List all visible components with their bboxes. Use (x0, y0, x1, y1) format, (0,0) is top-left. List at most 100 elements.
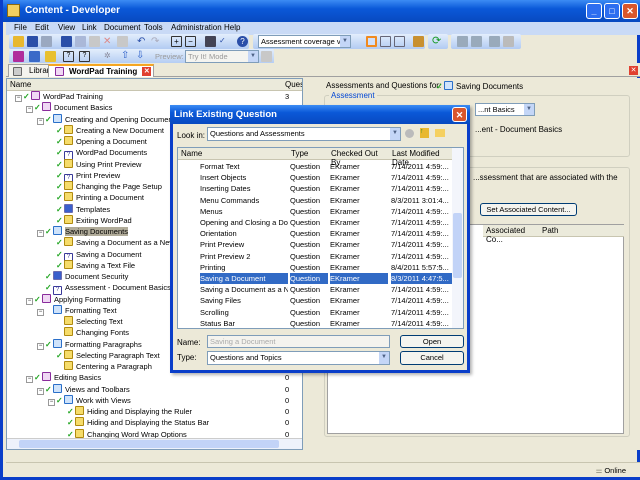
tree-item[interactable]: ✓ Exiting WordPad (48, 214, 132, 226)
question-row[interactable]: ✓?MenusQuestionEKramer7/14/2011 4:59:... (178, 206, 454, 217)
question-row[interactable]: ✓?Saving FilesQuestionEKramer7/14/2011 4… (178, 295, 454, 306)
tree-item[interactable]: ✓? WordPad Documents (48, 147, 147, 161)
copy-icon[interactable] (75, 36, 86, 47)
link-icon[interactable]: ✲ (104, 51, 115, 62)
column-header-associated-content[interactable]: Associated Co... (483, 225, 539, 244)
menu-help[interactable]: Help (224, 23, 240, 32)
collapse-toggle-icon[interactable]: − (26, 297, 33, 305)
tree-item[interactable]: Changing Fonts (48, 327, 129, 338)
tree-item[interactable]: ✓ Opening a Document (48, 136, 147, 147)
tree-item[interactable]: − ✓ Creating and Opening Documents (37, 113, 178, 125)
help-icon[interactable]: ? (237, 36, 248, 47)
tree-item[interactable]: ✓? Saving a Document (48, 249, 141, 262)
question-row[interactable]: ✓?PrintingQuestionEKramer8/4/2011 5:57:5… (178, 262, 454, 273)
close-button[interactable]: ✕ (622, 3, 638, 19)
delete-icon[interactable]: ✕ (103, 36, 114, 47)
tree-item[interactable]: ✓ Changing the Page Setup (48, 181, 162, 192)
column-header-name[interactable]: Name (178, 148, 288, 160)
column-header-checked-out-by[interactable]: Checked Out By (328, 148, 389, 167)
tree-item[interactable]: ✓ Document Security (37, 271, 128, 282)
menu-link[interactable]: Link (82, 23, 97, 32)
type-select[interactable]: Questions and Topics ▼ (207, 351, 390, 365)
minimize-button[interactable]: _ (586, 3, 602, 19)
tree-item[interactable]: ✓ Using Print Preview (48, 158, 141, 170)
menu-administration[interactable]: Administration (171, 23, 222, 32)
properties-icon[interactable] (117, 36, 128, 47)
collapse-toggle-icon[interactable]: − (37, 117, 44, 125)
cut-icon[interactable] (61, 36, 72, 47)
collapse-toggle-icon[interactable]: − (26, 376, 33, 384)
vertical-scrollbar[interactable] (452, 148, 463, 328)
undo-icon[interactable]: ↶ (137, 36, 148, 47)
collapse-toggle-icon[interactable]: − (37, 308, 44, 316)
tree-item[interactable]: − ✓ Work with Views (48, 394, 131, 406)
question-row[interactable]: ✓?Menu CommandsQuestionEKramer8/3/2011 3… (178, 195, 454, 206)
question-row[interactable]: ✓?Saving a Document as a Ne...QuestionEK… (178, 284, 454, 295)
save-icon[interactable] (27, 36, 38, 47)
tree-item[interactable]: − ✓ Formatting Paragraphs (37, 338, 142, 350)
tree-item[interactable]: ✓ Saving a Document as a New File (48, 237, 189, 248)
publish-icon[interactable] (413, 36, 424, 47)
question-row[interactable]: ✓?Opening and Closing a Docu...QuestionE… (178, 217, 454, 228)
dialog-close-button[interactable]: ✕ (452, 107, 467, 122)
layout-horizontal-icon[interactable] (380, 36, 391, 47)
paste-icon[interactable] (89, 36, 100, 47)
tree-item[interactable]: ✓? Print Preview (48, 170, 120, 183)
tree-item[interactable]: − ✓ Applying Formatting (26, 293, 121, 305)
open-button[interactable]: Open (400, 335, 464, 348)
question-row[interactable]: ✓?Print PreviewQuestionEKramer7/14/2011 … (178, 239, 454, 250)
check-in-icon[interactable] (457, 36, 468, 47)
expand-icon[interactable]: + (171, 36, 182, 47)
move-down-icon[interactable]: ⇩ (136, 51, 147, 62)
layout-vertical-icon[interactable] (394, 36, 405, 47)
tree-item[interactable]: − ✓ Views and Toolbars (37, 383, 130, 395)
column-header-path[interactable]: Path (539, 225, 624, 237)
preview-mode-select[interactable]: Try It! Mode ▼ (185, 50, 259, 63)
new-assessment-icon[interactable]: ? (79, 51, 90, 62)
question-row[interactable]: ✓?Format TextQuestionEKramer7/14/2011 4:… (178, 161, 454, 172)
redo-icon[interactable]: ↷ (151, 36, 162, 47)
tree-item[interactable]: ✓ Saving a Text File (48, 259, 135, 271)
collapse-toggle-icon[interactable]: − (37, 342, 44, 350)
menu-view[interactable]: View (58, 23, 75, 32)
tree-item[interactable]: ✓ Selecting Paragraph Text (48, 349, 160, 361)
refresh-icon[interactable]: ⟳ (432, 36, 443, 47)
new-module-icon[interactable] (13, 51, 24, 62)
close-document-icon[interactable]: ✕ (629, 66, 638, 75)
tree-item[interactable]: − ✓ Editing Basics (26, 372, 101, 384)
horizontal-scrollbar[interactable] (7, 438, 302, 449)
menu-edit[interactable]: Edit (35, 23, 49, 32)
maximize-button[interactable]: □ (604, 3, 620, 19)
check-in-all-icon[interactable] (471, 36, 482, 47)
new-topic-icon[interactable] (45, 51, 56, 62)
question-row[interactable]: ✓?Inserting DatesQuestionEKramer7/14/201… (178, 183, 454, 194)
tree-item[interactable]: ✓ Hiding and Displaying the Ruler (59, 406, 192, 417)
move-up-icon[interactable]: ⇧ (121, 51, 132, 62)
close-tab-icon[interactable]: ✕ (142, 67, 152, 76)
collapse-toggle-icon[interactable]: − (48, 398, 55, 406)
tree-item[interactable]: ✓ Printing a Document (48, 192, 144, 203)
tab-wordpad-training[interactable]: WordPad Training ✕ (48, 64, 155, 77)
question-row[interactable]: ✓?Saving a DocumentQuestionEKramer8/3/20… (178, 273, 454, 284)
tree-item[interactable]: − ✓ WordPad Training (15, 91, 103, 102)
tree-item[interactable]: − ✓ Document Basics (26, 102, 112, 114)
question-row[interactable]: ✓?ScrollingQuestionEKramer7/14/2011 4:59… (178, 307, 454, 318)
print-preview-icon[interactable] (41, 36, 52, 47)
check-out-icon[interactable] (489, 36, 500, 47)
tree-item[interactable]: Selecting Text (48, 316, 123, 327)
cancel-checkout-icon[interactable] (503, 36, 514, 47)
collapse-toggle-icon[interactable]: − (15, 95, 22, 102)
collapse-toggle-icon[interactable]: − (37, 387, 44, 395)
column-header-last-modified[interactable]: Last Modified Date (389, 148, 454, 167)
look-in-select[interactable]: Questions and Assessments ▼ (207, 127, 401, 141)
new-question-icon[interactable]: ? (63, 51, 74, 62)
scroll-thumb[interactable] (19, 440, 279, 448)
tree-item[interactable]: − Formatting Text (37, 304, 117, 316)
preview-go-icon[interactable] (261, 51, 272, 62)
tree-item[interactable]: Centering a Paragraph (48, 361, 152, 372)
assessment-select[interactable]: ...nt Basics ▼ (475, 103, 535, 116)
tree-item[interactable]: ✓? Assessment - Document Basics (37, 282, 171, 296)
up-folder-icon[interactable]: ↑ (420, 128, 429, 138)
scroll-thumb[interactable] (453, 213, 462, 278)
column-header-type[interactable]: Type (288, 148, 328, 160)
